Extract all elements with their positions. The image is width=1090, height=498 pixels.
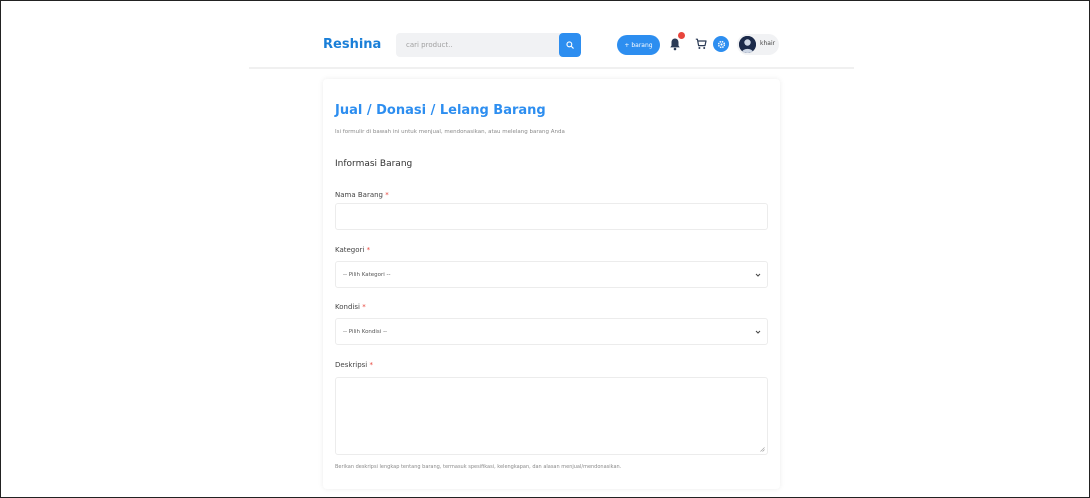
kondisi-select[interactable]: -- Pilih Kondisi -- (335, 318, 768, 345)
form-card: Jual / Donasi / Lelang Barang Isi formul… (323, 79, 780, 489)
notification-badge (677, 31, 686, 40)
page-subtitle: Isi formulir di bawah ini untuk menjual,… (335, 129, 565, 135)
required-mark: * (385, 191, 389, 199)
deskripsi-help-text: Berikan deskripsi lengkap tentang barang… (335, 464, 622, 470)
add-item-button[interactable]: + barang (617, 35, 660, 55)
avatar-image (739, 36, 756, 53)
chevron-down-icon (755, 330, 761, 334)
gear-icon (717, 40, 725, 48)
deskripsi-textarea[interactable] (335, 377, 768, 455)
nama-barang-input[interactable] (335, 203, 768, 230)
page-title: Jual / Donasi / Lelang Barang (335, 103, 546, 118)
required-mark: * (362, 303, 366, 311)
page-frame: Reshina + barang (0, 0, 1090, 498)
avatar (739, 36, 756, 53)
resize-handle-icon[interactable] (760, 447, 765, 452)
kondisi-label-text: Kondisi (335, 303, 360, 311)
user-name: khair (760, 40, 776, 47)
nama-barang-label: Nama Barang * (335, 191, 389, 199)
kondisi-label: Kondisi * (335, 303, 366, 311)
brand-logo[interactable]: Reshina (323, 37, 381, 52)
cart-icon[interactable] (695, 38, 707, 50)
search-input[interactable] (396, 33, 556, 57)
kategori-label: Kategori * (335, 246, 370, 254)
kategori-select[interactable]: -- Pilih Kategori -- (335, 261, 768, 288)
search-bar (396, 33, 581, 57)
search-button[interactable] (559, 33, 581, 57)
deskripsi-label: Deskripsi * (335, 361, 373, 369)
settings-button[interactable] (713, 36, 729, 52)
chevron-down-icon (755, 273, 761, 277)
kondisi-selected-value: -- Pilih Kondisi -- (343, 328, 388, 335)
section-title: Informasi Barang (335, 159, 413, 169)
required-mark: * (366, 246, 371, 254)
user-menu[interactable]: khair (737, 34, 779, 55)
kategori-label-text: Kategori (335, 246, 365, 254)
search-icon (566, 41, 574, 49)
deskripsi-label-text: Deskripsi (335, 361, 368, 369)
required-mark: * (369, 361, 374, 369)
kategori-selected-value: -- Pilih Kategori -- (343, 271, 391, 278)
navbar: Reshina + barang (249, 29, 854, 69)
nama-barang-label-text: Nama Barang (335, 191, 383, 199)
